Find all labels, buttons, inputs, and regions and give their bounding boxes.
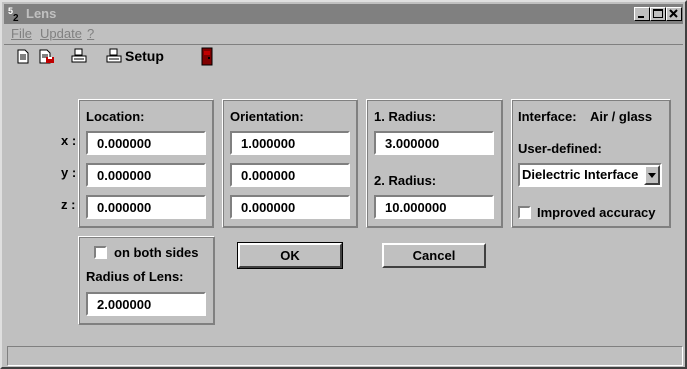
menu-bar: File Update ? xyxy=(4,24,683,43)
x-axis-label: x : xyxy=(61,133,77,148)
printer-icon[interactable] xyxy=(105,47,123,67)
location-label: Location: xyxy=(86,109,145,124)
lens-dialog: 5 2 Lens File Update ? Setup x: y: z:… xyxy=(0,0,687,369)
location-x-input[interactable] xyxy=(86,131,206,155)
window-title: Lens xyxy=(26,6,57,21)
new-document-icon[interactable] xyxy=(16,47,30,67)
user-defined-label: User-defined: xyxy=(518,141,602,156)
app-icon: 5 2 xyxy=(7,6,23,24)
interface-select[interactable]: Dielectric Interface xyxy=(518,163,662,187)
radius2-input[interactable] xyxy=(374,195,494,219)
exit-door-icon[interactable] xyxy=(200,47,214,67)
orientation-y-input[interactable] xyxy=(230,163,350,187)
menu-help[interactable]: ? xyxy=(87,26,94,41)
menu-update[interactable]: Update xyxy=(40,26,82,41)
radius-of-lens-input[interactable] xyxy=(86,292,206,316)
close-button[interactable] xyxy=(666,7,682,21)
radius1-label: 1. Radius: xyxy=(374,109,437,124)
both-sides-checkbox[interactable] xyxy=(94,246,107,259)
location-y-input[interactable] xyxy=(86,163,206,187)
z-axis-label: z : xyxy=(61,197,76,212)
menu-file[interactable]: File xyxy=(11,26,32,41)
title-bar: 5 2 Lens xyxy=(4,4,683,24)
minimize-button[interactable] xyxy=(634,7,650,21)
radius-of-lens-label: Radius of Lens: xyxy=(86,269,184,284)
svg-text:2: 2 xyxy=(13,13,19,22)
status-bar xyxy=(7,346,683,366)
orientation-label: Orientation: xyxy=(230,109,304,124)
interface-selected-value: Dielectric Interface xyxy=(522,167,639,182)
radius2-label: 2. Radius: xyxy=(374,173,437,188)
interface-value: Air / glass xyxy=(590,109,653,124)
save-document-icon[interactable] xyxy=(38,47,56,67)
improved-accuracy-label: Improved accuracy xyxy=(537,205,656,220)
maximize-button[interactable] xyxy=(650,7,666,21)
print-preview-icon[interactable] xyxy=(70,47,88,67)
interface-label: Interface: xyxy=(518,109,577,124)
setup-button[interactable]: Setup xyxy=(125,48,164,64)
both-sides-label: on both sides xyxy=(114,245,199,260)
ok-button[interactable]: OK xyxy=(237,242,343,269)
improved-accuracy-checkbox[interactable] xyxy=(518,206,531,219)
toolbar xyxy=(4,44,683,69)
cancel-button[interactable]: Cancel xyxy=(382,243,486,268)
radius1-input[interactable] xyxy=(374,131,494,155)
location-z-input[interactable] xyxy=(86,195,206,219)
orientation-x-input[interactable] xyxy=(230,131,350,155)
orientation-z-input[interactable] xyxy=(230,195,350,219)
y-axis-label: y : xyxy=(61,165,77,180)
dropdown-arrow-icon[interactable] xyxy=(644,165,660,185)
